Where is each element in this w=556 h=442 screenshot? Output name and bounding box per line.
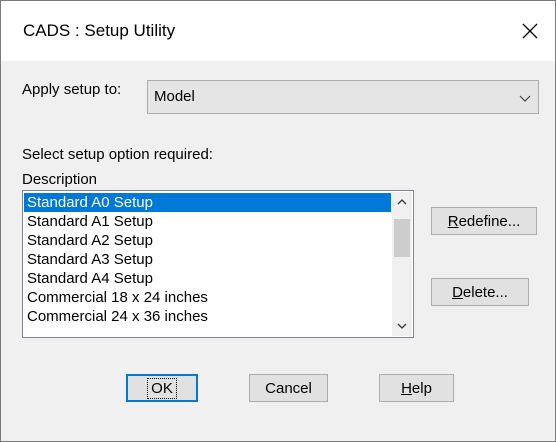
close-icon (522, 23, 538, 39)
scroll-down-button[interactable] (392, 316, 412, 336)
delete-rest: elete... (462, 283, 508, 301)
cancel-label: Cancel (265, 379, 312, 397)
setup-options-items: Standard A0 Setup Standard A1 Setup Standa… (24, 193, 391, 326)
apply-setup-value: Model (154, 88, 195, 105)
delete-label: Delete... (452, 284, 508, 301)
setup-options-list[interactable]: Standard A0 Setup Standard A1 Setup Standa… (22, 190, 414, 338)
redefine-rest: edefine... (458, 212, 521, 230)
title-bar: CADS : Setup Utility (1, 1, 555, 61)
help-label: Help (401, 380, 432, 397)
list-item[interactable]: Commercial 18 x 24 inches (24, 288, 391, 307)
cancel-button[interactable]: Cancel (249, 374, 328, 402)
help-rest: elp (411, 379, 432, 397)
help-button[interactable]: Help (379, 374, 454, 402)
chevron-down-icon (397, 323, 407, 329)
help-mnemonic: H (401, 379, 412, 397)
chevron-up-icon (397, 199, 407, 205)
scroll-up-button[interactable] (392, 192, 412, 212)
apply-setup-label: Apply setup to: (22, 81, 122, 98)
list-item[interactable]: Standard A1 Setup (24, 212, 391, 231)
select-option-label: Select setup option required: (22, 146, 213, 163)
list-item[interactable]: Standard A0 Setup (24, 193, 391, 212)
window-title: CADS : Setup Utility (23, 21, 176, 40)
setup-utility-dialog: CADS : Setup Utility Apply setup to: Mod… (0, 0, 556, 442)
scroll-thumb[interactable] (394, 219, 410, 257)
ok-label: OK (147, 377, 177, 399)
delete-button[interactable]: Delete... (431, 278, 529, 306)
list-item[interactable]: Standard A2 Setup (24, 231, 391, 250)
close-button[interactable] (505, 1, 555, 61)
description-header: Description (22, 171, 98, 188)
redefine-label: Redefine... (448, 213, 521, 230)
redefine-button[interactable]: Redefine... (431, 207, 537, 235)
list-item[interactable]: Standard A3 Setup (24, 250, 391, 269)
redefine-mnemonic: R (447, 212, 459, 230)
ok-button[interactable]: OK (126, 374, 198, 402)
list-item[interactable]: Standard A4 Setup (24, 269, 391, 288)
list-item[interactable]: Commercial 24 x 36 inches (24, 307, 391, 326)
apply-setup-dropdown[interactable]: Model (147, 80, 539, 114)
list-scrollbar[interactable] (392, 192, 412, 336)
chevron-down-icon (519, 95, 531, 102)
delete-mnemonic: D (452, 283, 463, 301)
